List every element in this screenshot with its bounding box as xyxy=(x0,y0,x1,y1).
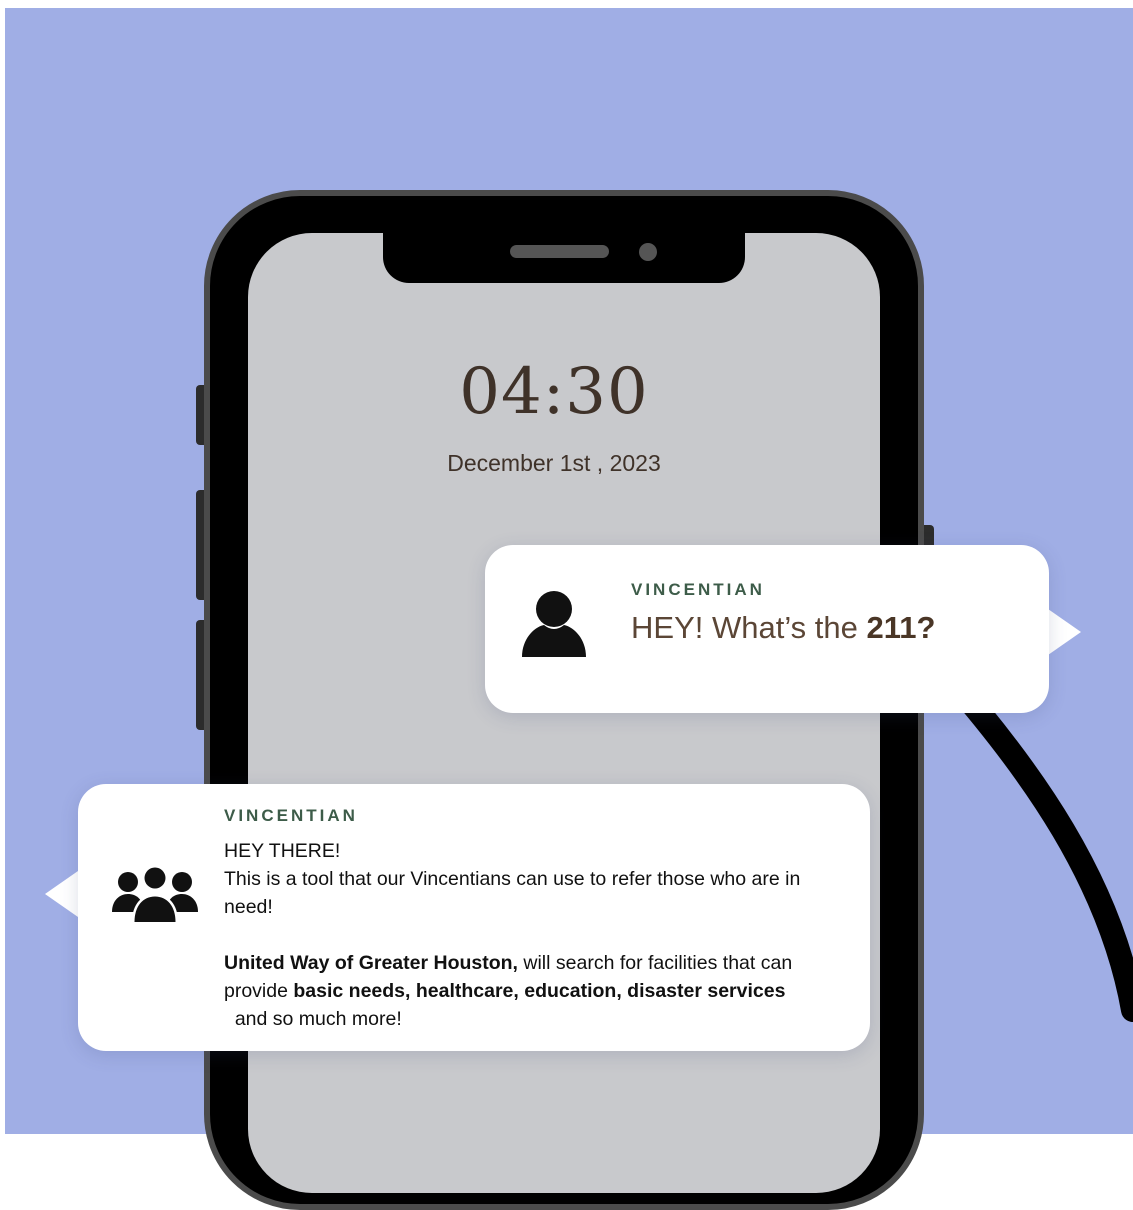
person-icon xyxy=(522,591,586,657)
message-text: HEY! What’s the xyxy=(631,610,867,645)
notification-sender: VINCENTIAN xyxy=(224,806,358,825)
notification-message: HEY! What’s the 211? xyxy=(631,610,935,646)
notification-message: HEY THERE! This is a tool that our Vince… xyxy=(224,837,834,1033)
org-name: United Way of Greater Houston, xyxy=(224,952,518,974)
services-list: basic needs, healthcare, education, disa… xyxy=(293,980,786,1002)
notification-tail xyxy=(45,871,78,917)
notification-tail xyxy=(1048,609,1081,655)
message-closing: and so much more! xyxy=(224,1008,402,1030)
message-greeting: HEY THERE! xyxy=(224,840,341,862)
notification-sender: VINCENTIAN xyxy=(631,580,765,599)
message-highlight: 211? xyxy=(866,610,936,645)
message-intro: This is a tool that our Vincentians can … xyxy=(224,868,801,918)
message-details: United Way of Greater Houston, will sear… xyxy=(224,949,834,1033)
group-icon xyxy=(112,866,198,922)
